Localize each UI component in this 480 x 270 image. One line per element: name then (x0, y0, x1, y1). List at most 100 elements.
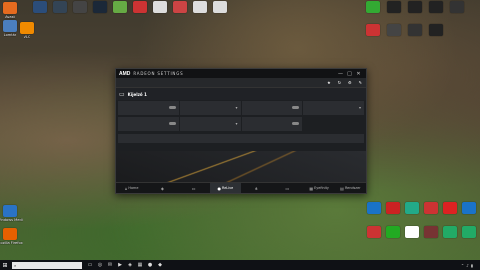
taskbar-search[interactable]: ⌕ (12, 261, 82, 269)
radeon-settings-window: AMD RADEON SETTINGS — □ ✕ ★ ↻ ⚙ ✎ ▭ Kije… (115, 68, 367, 194)
vlc-icon[interactable]: VLC (14, 22, 40, 39)
taskbar-app-7-icon[interactable]: ● (145, 262, 155, 268)
tray-2-icon[interactable]: ♪ (466, 263, 469, 268)
toolbar-item-2[interactable]: ↻ (338, 80, 342, 85)
app-icon-3-glyph-icon (73, 1, 87, 13)
game-icon-6-glyph-icon (366, 24, 380, 36)
app-icon-9-glyph-icon (193, 1, 207, 13)
update-icon: ↻ (337, 80, 342, 85)
taskbar-app-5-icon[interactable]: ◈ (125, 262, 135, 268)
taskbar-app-6-icon[interactable]: ▦ (135, 262, 145, 268)
system-icon: ▤ (340, 185, 344, 191)
taskbar-app-1-icon[interactable]: ▭ (85, 262, 95, 268)
app-icon-l[interactable] (456, 226, 480, 238)
toolbar-item-1[interactable]: ★ (327, 80, 332, 85)
nav-system-label: Rendszer (344, 186, 361, 190)
app-icon-h-glyph-icon (386, 226, 400, 238)
setting-cell-4[interactable]: ▾ (303, 101, 364, 115)
toolbar-item-4[interactable]: ✎ (359, 80, 363, 85)
toggle-switch[interactable] (292, 106, 300, 109)
nav-eyefinity[interactable]: ▦ Eyefinity (304, 183, 335, 193)
monitor-icon: ▭ (119, 90, 125, 98)
game-icon-3-glyph-icon (408, 1, 422, 13)
home-icon: ⌂ (124, 185, 128, 191)
taskbar: ⊞ ⌕ ▭ ◎ ✉ ▶ ◈ ▦ ● ◆ ⌃ ♪ ▮ (0, 260, 480, 270)
tray-1-icon[interactable]: ⌃ (461, 263, 464, 268)
app-icon-k-glyph-icon (443, 226, 457, 238)
nav-system[interactable]: ▤ Rendszer (335, 183, 366, 193)
nav-display[interactable]: ▭ (272, 183, 303, 193)
nav-home-label: Home (128, 186, 139, 190)
game-icon-4-glyph-icon (429, 1, 443, 13)
game-icon-1-glyph-icon (366, 1, 380, 13)
nav-jatek[interactable]: ◈ (147, 183, 178, 193)
setting-cell-2[interactable]: ▾ (179, 101, 241, 115)
top-toolbar: ★ ↻ ⚙ ✎ (116, 78, 366, 88)
nav-home[interactable]: ⌂ Home (116, 183, 147, 193)
taskbar-app-4-icon[interactable]: ▶ (115, 262, 125, 268)
setting-cell-row2-1[interactable] (118, 117, 179, 131)
app-icon-i-glyph-icon (405, 226, 419, 238)
vlc-glyph-icon (20, 22, 34, 34)
game-icon-7-glyph-icon (387, 24, 401, 36)
setting-cell-row2-2[interactable]: ▾ (179, 117, 241, 131)
app-icon-f[interactable] (456, 202, 480, 214)
chevron-down-icon[interactable]: ▾ (235, 121, 237, 126)
minimize-button[interactable]: — (336, 71, 345, 77)
setting-cell-3[interactable] (241, 101, 303, 115)
jatek-icon: ◈ (160, 185, 164, 191)
share-icon: ⋔ (254, 185, 258, 191)
mozilla-firefox-icon[interactable]: Mozilla Firefox (0, 228, 23, 245)
app-icon-f-glyph-icon (462, 202, 476, 214)
windows-media-player-glyph-icon (3, 205, 17, 217)
taskbar-app-8-icon[interactable]: ◆ (155, 262, 165, 268)
taskbar-apps: ▭ ◎ ✉ ▶ ◈ ▦ ● ◆ (85, 262, 165, 268)
app-icon-j-glyph-icon (424, 226, 438, 238)
background-art (116, 151, 366, 183)
nav-relive[interactable]: ● ReLive (209, 183, 241, 193)
tray-3-icon[interactable]: ▮ (471, 263, 473, 268)
toggle-switch[interactable] (168, 122, 176, 125)
start-button[interactable]: ⊞ (0, 262, 10, 269)
app-icon-1-glyph-icon (33, 1, 47, 13)
game-icon-8-glyph-icon (408, 24, 422, 36)
app-icon-10-glyph-icon (213, 1, 227, 13)
toolbar-item-3[interactable]: ⚙ (348, 80, 353, 85)
display-name: Kijelző 1 (127, 91, 147, 97)
app-icon-e-glyph-icon (443, 202, 457, 214)
window-title: RADEON SETTINGS (133, 71, 184, 76)
eyefinity-icon: ▦ (309, 185, 314, 191)
windows-media-player-icon[interactable]: Windows Media Player (0, 205, 23, 222)
toggle-switch[interactable] (292, 122, 300, 125)
maximize-button[interactable]: □ (345, 71, 354, 77)
title-bar[interactable]: AMD RADEON SETTINGS — □ ✕ (116, 69, 366, 78)
avast-icon[interactable]: Avast (0, 2, 23, 19)
feedback-icon: ✎ (358, 80, 362, 85)
advanced-settings-row[interactable] (118, 134, 364, 143)
icon-label: VLC (23, 35, 31, 39)
app-icon-d-glyph-icon (424, 202, 438, 214)
system-tray: ⌃ ♪ ▮ (459, 263, 480, 268)
game-icon-5-glyph-icon (450, 1, 464, 13)
mozilla-firefox-glyph-icon (3, 228, 17, 240)
app-icon-10[interactable] (207, 1, 233, 13)
nav-video[interactable]: ▭ (179, 183, 210, 193)
chevron-down-icon[interactable]: ▾ (359, 105, 361, 110)
toggle-switch[interactable] (168, 106, 176, 109)
icon-label: Avast (5, 15, 15, 19)
game-icon-9[interactable] (423, 24, 449, 36)
display-header: ▭ Kijelző 1 (116, 88, 366, 100)
bottom-navigation: ⌂ Home ◈ ▭ ● ReLive ⋔ ▭ ▦ Eyefinity ▤ Rendszer (116, 182, 366, 193)
star-icon: ★ (327, 80, 331, 85)
avast-glyph-icon (3, 2, 17, 14)
game-icon-5[interactable] (444, 1, 470, 13)
close-button[interactable]: ✕ (354, 71, 363, 77)
game-icon-2-glyph-icon (387, 1, 401, 13)
setting-cell-row2-3[interactable] (241, 117, 303, 131)
chevron-down-icon[interactable]: ▾ (235, 105, 237, 110)
setting-cell-1[interactable] (118, 101, 179, 115)
taskbar-app-2-icon[interactable]: ◎ (95, 262, 105, 268)
taskbar-app-3-icon[interactable]: ✉ (105, 262, 115, 268)
nav-share[interactable]: ⋔ (241, 183, 272, 193)
settings-icon: ⚙ (348, 80, 352, 85)
